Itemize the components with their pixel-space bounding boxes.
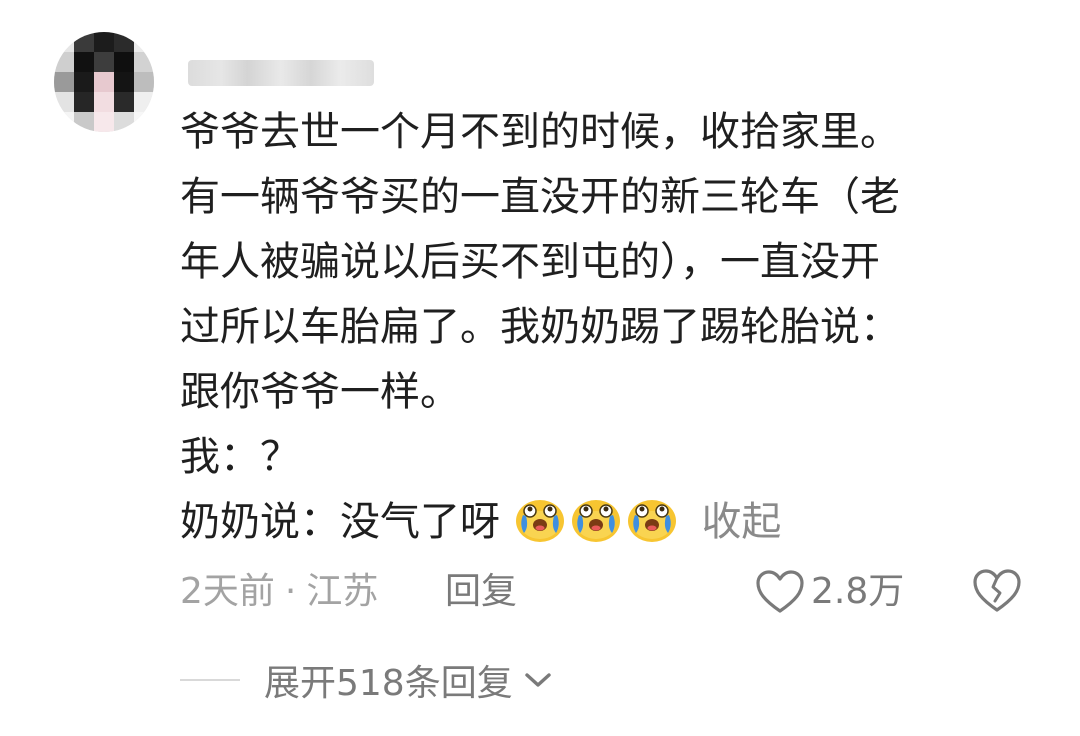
meta-separator: · [284,571,297,612]
comment-line-text: 奶奶说：没气了呀 [180,499,500,545]
heart-outline-icon [756,570,804,613]
chevron-down-icon [525,673,551,687]
like-count: 2.8万 [811,571,905,612]
comment-line: 过所以车胎扁了。我奶奶踢了踢轮胎说： [180,304,900,350]
broken-heart-icon[interactable] [972,568,1022,614]
timestamp: 2天前 [180,571,275,612]
username-blurred[interactable] [188,60,374,86]
location: 江苏 [306,571,379,612]
expand-replies-label: 展开518条回复 [264,663,513,704]
comment-line: 爷爷去世一个月不到的时候，收拾家里。 [180,109,900,155]
comment-meta-info: 2天前 · 江苏 [180,566,378,618]
expand-replies-button[interactable]: 展开518条回复 [264,654,553,706]
comment-line-last: 奶奶说：没气了呀 收起 [180,490,1010,555]
crying-laugh-emoji-icon [571,500,620,542]
collapse-link[interactable]: 收起 [701,499,781,545]
comment-text: 爷爷去世一个月不到的时候，收拾家里。 有一辆爷爷买的一直没开的新三轮车（老 年人… [180,100,1010,555]
like-button[interactable]: 2.8万 [755,566,904,618]
crying-laugh-emoji-icon [627,500,676,542]
divider [180,679,240,681]
replies-expand-row: 展开518条回复 [180,652,553,708]
comment-item: 爷爷去世一个月不到的时候，收拾家里。 有一辆爷爷买的一直没开的新三轮车（老 年人… [0,0,1080,736]
avatar[interactable] [54,32,154,132]
reply-button[interactable]: 回复 [445,566,517,618]
comment-line: 有一辆爷爷买的一直没开的新三轮车（老 [180,174,900,220]
crying-laugh-emoji-icon [515,500,564,542]
comment-line: 年人被骗说以后买不到屯的），一直没开 [180,239,880,285]
emoji-group [500,499,693,545]
comment-line: 跟你爷爷一样。 [180,369,460,415]
comment-line: 我：？ [180,434,300,480]
comment-meta: 2天前 · 江苏 回复 2.8万 [180,566,1040,618]
